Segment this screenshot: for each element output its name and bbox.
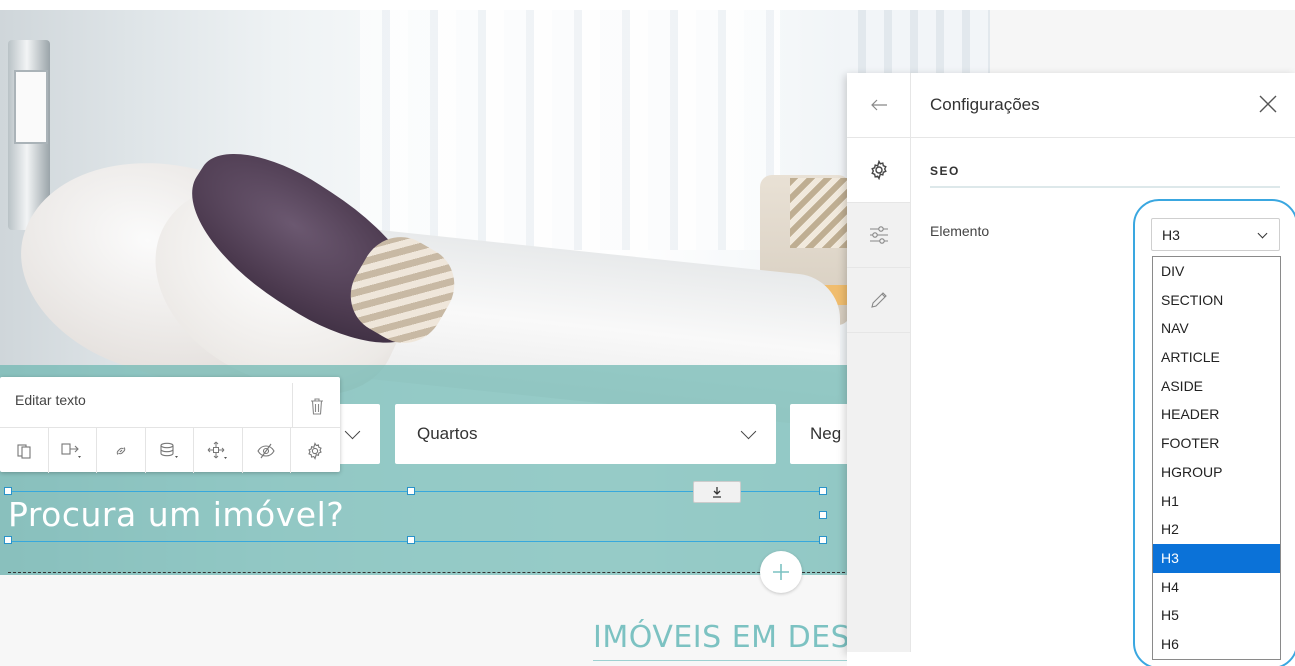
trash-icon	[311, 397, 323, 415]
layers-icon	[160, 442, 179, 458]
gear-icon	[870, 160, 887, 180]
add-section-button[interactable]	[760, 551, 802, 593]
search-field-negocio[interactable]: Neg	[790, 404, 850, 464]
top-strip	[0, 0, 1295, 10]
rail-tab-settings[interactable]	[847, 138, 910, 203]
arrows-move-icon	[207, 441, 227, 459]
layers-button[interactable]	[146, 428, 194, 473]
move-to-icon	[61, 442, 82, 458]
element-settings-button[interactable]	[291, 428, 340, 473]
search-field-quartos[interactable]: Quartos	[395, 404, 776, 464]
move-to-button[interactable]	[49, 428, 97, 473]
settings-rail	[847, 73, 911, 653]
panel-header-divider	[910, 137, 1295, 138]
resize-handle[interactable]	[4, 536, 12, 544]
rail-filler	[847, 333, 910, 653]
chevron-down-icon	[344, 423, 361, 440]
link-icon	[116, 446, 126, 455]
link-button[interactable]	[97, 428, 146, 473]
download-button[interactable]	[693, 481, 741, 503]
panel-title: Configurações	[930, 95, 1040, 114]
chevron-down-icon	[740, 423, 757, 440]
resize-handle[interactable]	[407, 487, 415, 495]
copy-icon	[17, 443, 31, 459]
download-icon	[713, 487, 721, 498]
resize-handle[interactable]	[819, 511, 827, 519]
rail-tab-design[interactable]	[847, 268, 910, 333]
resize-handle[interactable]	[407, 536, 415, 544]
back-button[interactable]	[847, 73, 910, 138]
edit-text-toolbar: Editar texto	[0, 377, 341, 473]
duplicate-button[interactable]	[0, 428, 49, 473]
back-arrow-icon	[870, 99, 887, 111]
section-boundary	[8, 572, 850, 573]
armchair-cushion	[790, 178, 850, 248]
search-field-label: Quartos	[417, 424, 478, 443]
pencil-icon	[870, 292, 887, 308]
resize-handle[interactable]	[819, 536, 827, 544]
settings-icon	[308, 441, 323, 460]
toolbar-actions	[0, 427, 340, 473]
close-icon	[1259, 95, 1277, 113]
rail-tab-sliders[interactable]	[847, 203, 910, 268]
page: Quartos Neg Procura um imóvel? IMÓVEIS E…	[0, 0, 1295, 666]
visibility-off-icon	[257, 443, 275, 458]
toolbar-title: Editar texto	[15, 392, 86, 408]
sliders-icon	[869, 226, 888, 244]
element-label: Elemento	[930, 223, 990, 239]
section-underline	[930, 186, 1280, 188]
resize-handle[interactable]	[819, 487, 827, 495]
section-label-seo: SEO	[930, 164, 960, 178]
visibility-button[interactable]	[243, 428, 291, 473]
curtain	[360, 10, 780, 250]
lamp-shade	[14, 70, 48, 144]
close-button[interactable]	[1255, 91, 1281, 117]
delete-button[interactable]	[292, 383, 341, 428]
resize-handle[interactable]	[4, 487, 12, 495]
plus-icon	[773, 564, 789, 580]
position-button[interactable]	[194, 428, 243, 473]
search-field-label: Neg	[810, 424, 842, 443]
highlight-annotation	[1133, 199, 1295, 666]
